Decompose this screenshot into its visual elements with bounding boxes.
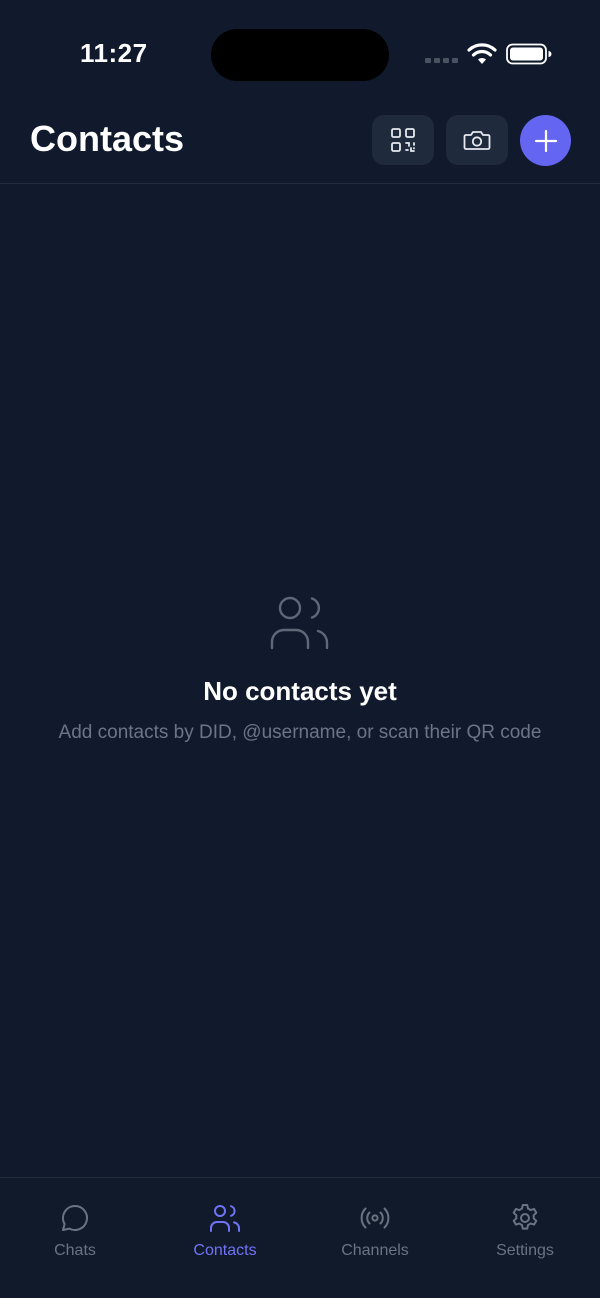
- cellular-signal-icon: [425, 58, 459, 64]
- camera-icon: [463, 131, 491, 150]
- status-time: 11:27: [80, 38, 148, 68]
- empty-state-subtitle: Add contacts by DID, @username, or scan …: [58, 722, 542, 743]
- wifi-icon: [467, 43, 497, 64]
- tab-channels[interactable]: Channels: [300, 1202, 450, 1260]
- tab-label-chats: Chats: [54, 1242, 96, 1259]
- chat-bubble-icon: [62, 1204, 89, 1231]
- users-icon: [210, 1205, 240, 1232]
- tab-bar: Chats Contacts Channels Settings: [0, 1177, 600, 1298]
- users-icon: [270, 596, 329, 650]
- header: Contacts: [0, 100, 600, 184]
- empty-state-title: No contacts yet: [203, 676, 397, 706]
- tab-contacts[interactable]: Contacts: [150, 1202, 300, 1260]
- status-bar: 11:27: [0, 0, 600, 100]
- broadcast-icon: [360, 1207, 390, 1229]
- dynamic-island: [211, 29, 389, 81]
- empty-state: No contacts yet Add contacts by DID, @us…: [0, 590, 600, 745]
- contacts-screen: 11:27 Contacts No contacts yet Add conta…: [0, 0, 600, 1298]
- battery-icon: [506, 43, 552, 65]
- page-title: Contacts: [30, 118, 185, 159]
- tab-label-channels: Channels: [341, 1242, 409, 1259]
- gear-icon: [512, 1204, 538, 1230]
- qr-code-icon: [391, 128, 415, 152]
- camera-button[interactable]: [446, 115, 508, 165]
- tab-chats[interactable]: Chats: [0, 1202, 150, 1260]
- tab-settings[interactable]: Settings: [450, 1202, 600, 1260]
- qr-code-button[interactable]: [372, 115, 434, 165]
- add-contact-button[interactable]: [520, 115, 571, 166]
- tab-label-contacts: Contacts: [193, 1242, 257, 1259]
- tab-label-settings: Settings: [496, 1242, 554, 1259]
- plus-icon: [534, 129, 557, 152]
